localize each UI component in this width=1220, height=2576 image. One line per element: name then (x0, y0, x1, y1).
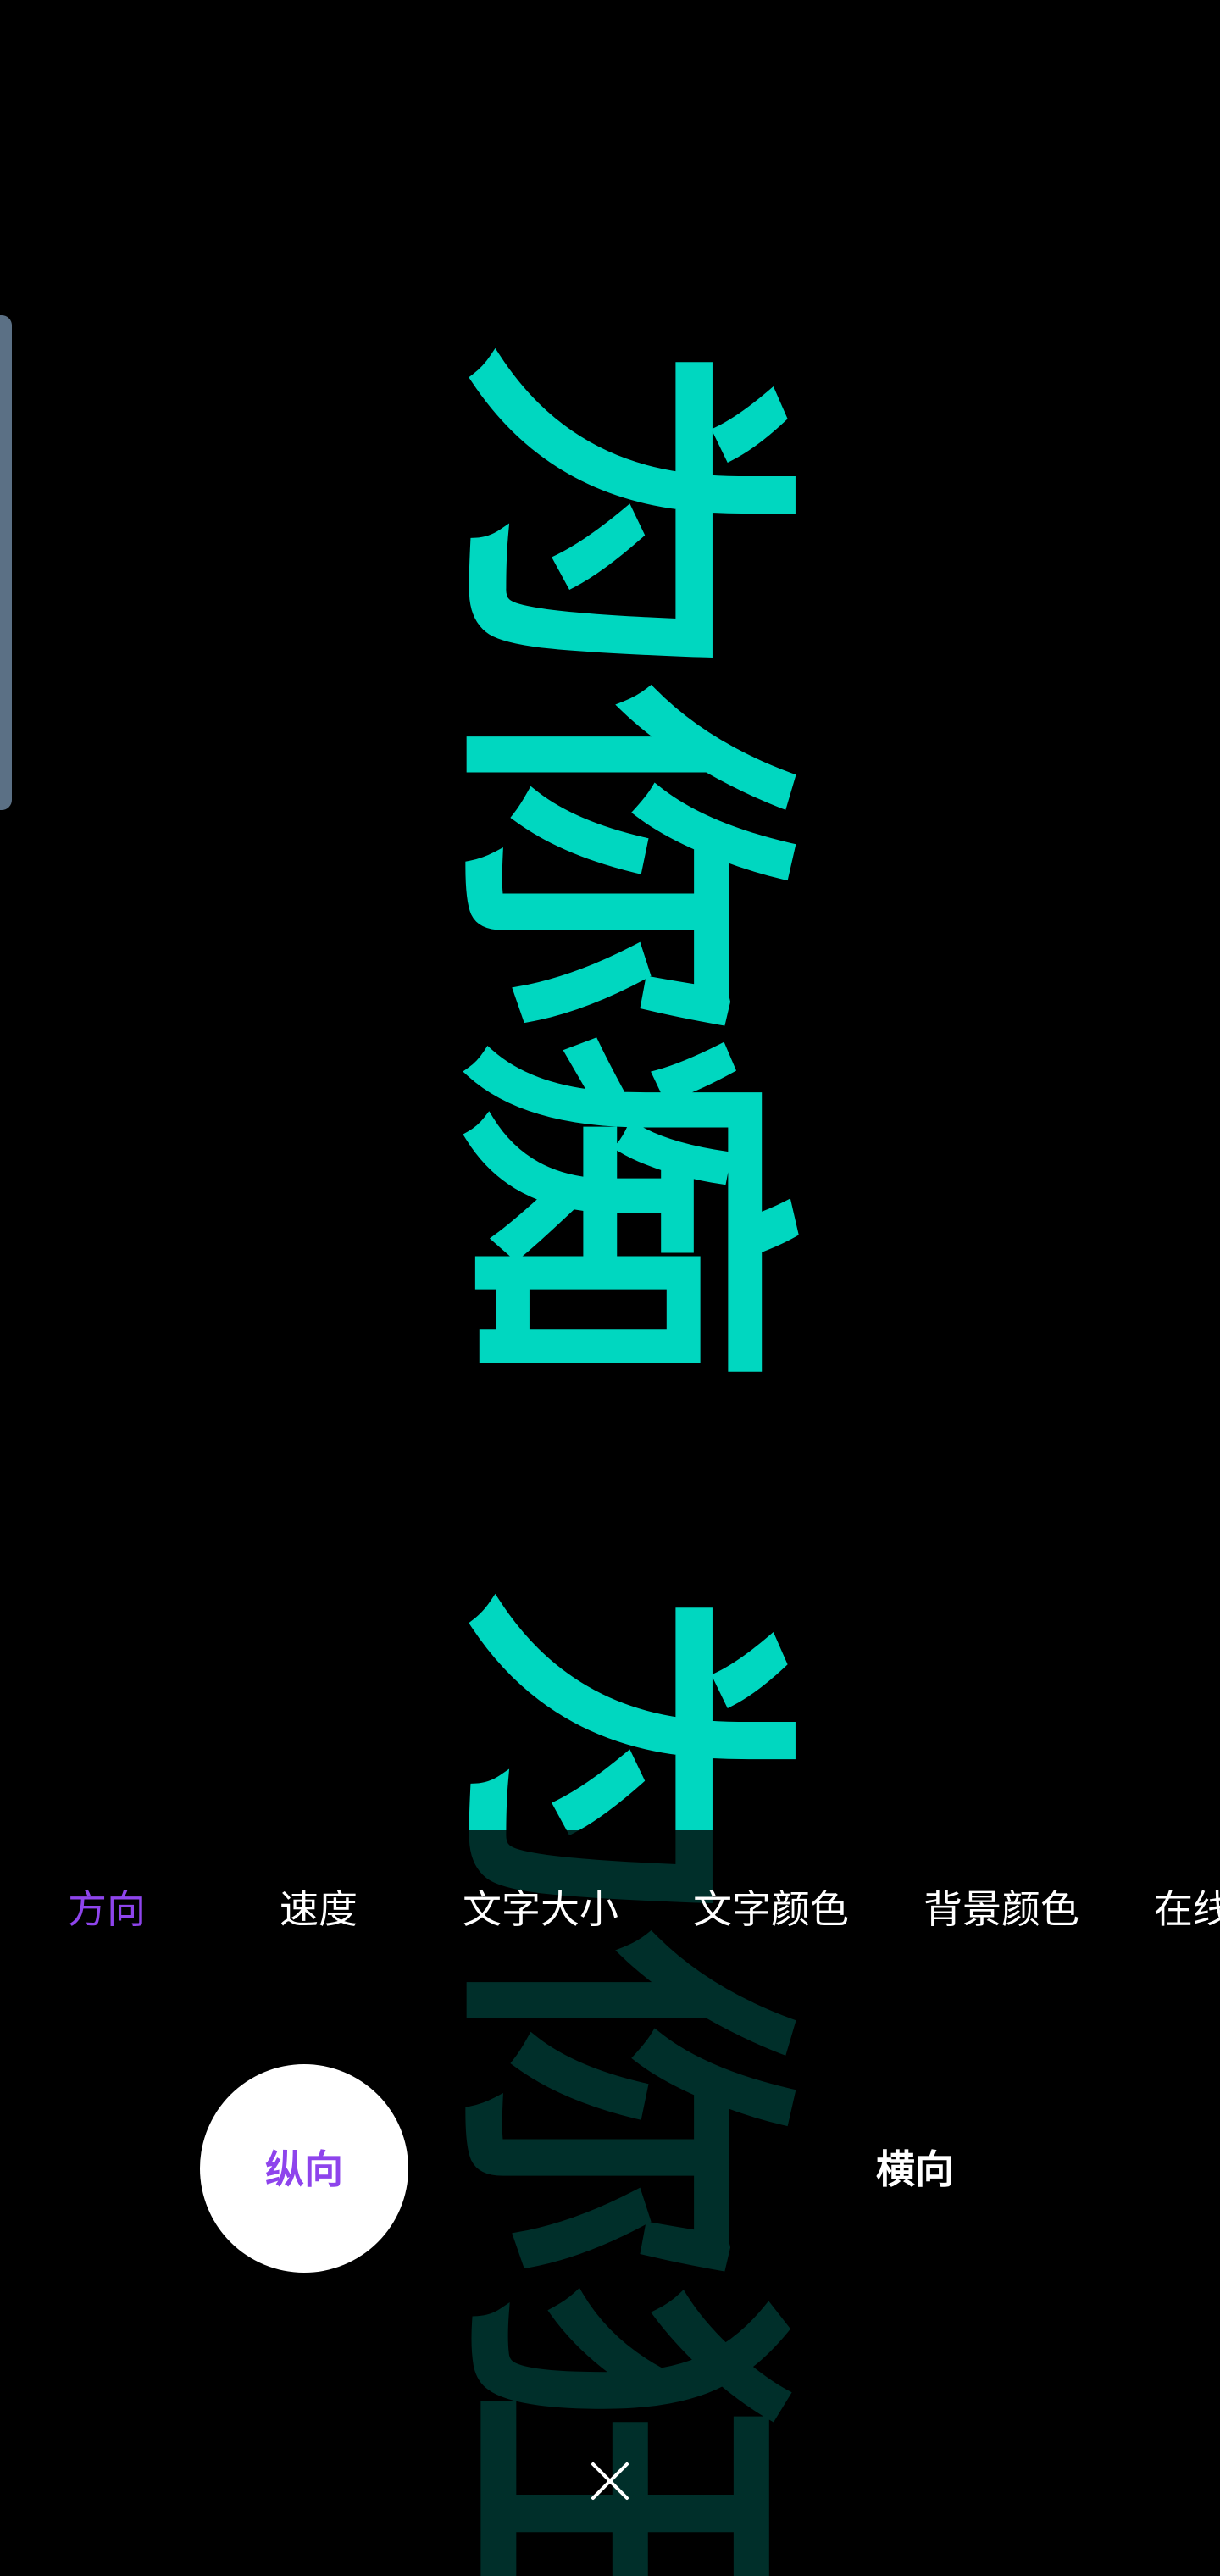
close-button[interactable] (585, 2456, 635, 2507)
tab-speed[interactable]: 速度 (280, 1879, 358, 1939)
marquee-text-first: 为你痴 (417, 339, 822, 1381)
option-vertical-label[interactable]: 纵向 (200, 2144, 408, 2195)
option-horizontal-button[interactable]: 横向 (847, 2144, 983, 2195)
edge-handle[interactable] (0, 315, 12, 810)
tab-direction[interactable]: 方向 (68, 1879, 146, 1939)
tab-online[interactable]: 在线 (1154, 1879, 1220, 1939)
tab-text-color[interactable]: 文字颜色 (693, 1879, 849, 1939)
close-icon (591, 2462, 629, 2500)
tab-font-size[interactable]: 文字大小 (463, 1879, 618, 1939)
settings-tabs: 方向 速度 文字大小 文字颜色 背景颜色 在线 (0, 1879, 1220, 1939)
tab-background-color[interactable]: 背景颜色 (923, 1879, 1079, 1939)
